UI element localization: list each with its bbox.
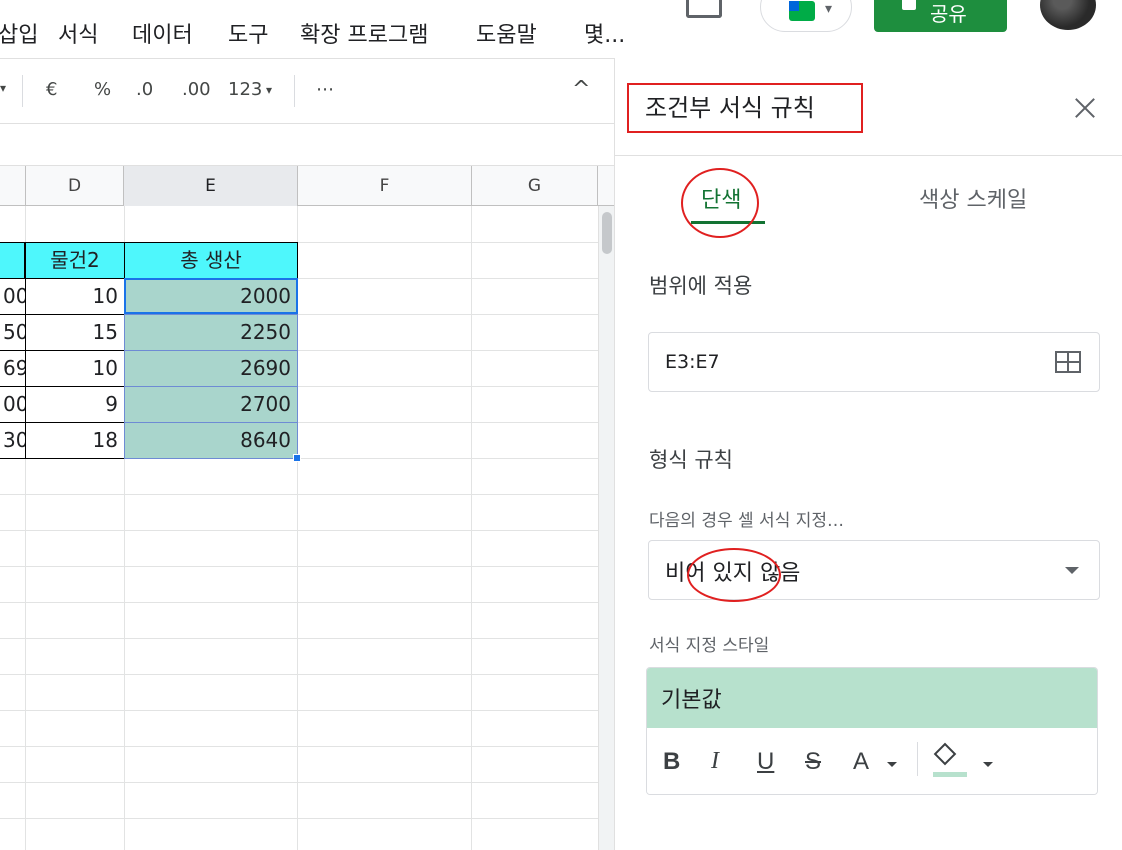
menu-insert[interactable]: 삽입 bbox=[0, 17, 38, 49]
menu-more[interactable]: 몇... bbox=[584, 17, 625, 49]
comment-history-icon[interactable] bbox=[686, 0, 722, 18]
format-style-box: 기본값 B I U S A bbox=[646, 667, 1098, 795]
toolbar: ▾ € % .0 .00 123 ▾ ⋯ ^ bbox=[0, 58, 614, 124]
style-label: 서식 지정 스타일 bbox=[649, 636, 770, 656]
table-cell-e[interactable]: 2690 bbox=[124, 350, 298, 387]
cell-grid[interactable]: 물건2 총 생산 00 10 2000 50 15 2250 69 10 269… bbox=[0, 206, 600, 850]
chevron-down-icon bbox=[1065, 567, 1079, 574]
table-cell-c[interactable]: 30 bbox=[0, 422, 28, 459]
menu-bar: 삽입 서식 데이터 도구 확장 프로그램 도움말 몇... ▾ 공유 bbox=[0, 0, 1122, 58]
table-cell-d[interactable]: 15 bbox=[25, 314, 125, 351]
chevron-down-icon[interactable]: ▾ bbox=[0, 81, 6, 95]
currency-button[interactable]: € bbox=[46, 79, 57, 100]
share-label: 공유 bbox=[930, 2, 967, 26]
toolbar-divider bbox=[294, 75, 295, 107]
range-input[interactable]: E3:E7 bbox=[648, 332, 1100, 392]
fill-handle[interactable] bbox=[293, 454, 301, 462]
collapse-toolbar-button[interactable]: ^ bbox=[572, 77, 590, 102]
text-color-button[interactable]: A bbox=[853, 748, 869, 776]
active-cell-outline bbox=[124, 278, 298, 314]
more-options-button[interactable]: ⋯ bbox=[316, 79, 334, 100]
italic-button[interactable]: I bbox=[711, 748, 719, 775]
paint-bucket-icon bbox=[933, 742, 957, 766]
avatar[interactable] bbox=[1040, 0, 1096, 30]
fill-color-icon[interactable] bbox=[933, 742, 969, 782]
table-cell-c[interactable]: 00 bbox=[0, 386, 28, 423]
underline-button[interactable]: U bbox=[757, 748, 774, 776]
percent-button[interactable]: % bbox=[94, 79, 111, 100]
table-cell-d[interactable]: 9 bbox=[25, 386, 125, 423]
table-cell-d[interactable]: 10 bbox=[25, 278, 125, 315]
strikethrough-button[interactable]: S bbox=[805, 748, 821, 776]
format-rules-label: 형식 규칙 bbox=[649, 448, 733, 472]
bold-button[interactable]: B bbox=[663, 748, 680, 776]
style-preview[interactable]: 기본값 bbox=[647, 668, 1097, 728]
range-value: E3:E7 bbox=[665, 351, 720, 373]
increase-decimal-button[interactable]: .00 bbox=[182, 79, 211, 100]
range-label: 범위에 적용 bbox=[649, 274, 753, 298]
tab-color-scale[interactable]: 색상 스케일 bbox=[919, 182, 1027, 214]
column-header-c[interactable] bbox=[0, 166, 26, 206]
column-header-e[interactable]: E bbox=[124, 166, 298, 206]
share-button[interactable]: 공유 bbox=[874, 0, 1007, 32]
table-cell-d[interactable]: 18 bbox=[25, 422, 125, 459]
meet-button[interactable]: ▾ bbox=[760, 0, 852, 32]
menu-tools[interactable]: 도구 bbox=[228, 17, 268, 49]
column-header-d[interactable]: D bbox=[26, 166, 124, 206]
table-cell-c[interactable]: 50 bbox=[0, 314, 28, 351]
menu-data[interactable]: 데이터 bbox=[132, 17, 193, 49]
spreadsheet-grid: D E F G 물건2 총 생산 00 10 2000 50 15 2250 6… bbox=[0, 124, 614, 850]
table-header-cell[interactable]: 물건2 bbox=[25, 242, 125, 279]
panel-divider bbox=[615, 155, 1122, 156]
annotation-circle bbox=[681, 168, 759, 238]
condition-label: 다음의 경우 셀 서식 지정… bbox=[649, 511, 845, 531]
chevron-down-icon bbox=[887, 762, 897, 767]
formula-bar-area bbox=[0, 124, 614, 166]
table-cell-e[interactable]: 2250 bbox=[124, 314, 298, 351]
decrease-decimal-button[interactable]: .0 bbox=[136, 79, 153, 100]
table-header-cell[interactable]: 총 생산 bbox=[124, 242, 298, 279]
format-buttons-bar: B I U S A bbox=[647, 728, 1097, 794]
annotation-circle bbox=[687, 548, 781, 602]
conditional-format-panel: 조건부 서식 규칙 단색 색상 스케일 범위에 적용 E3:E7 형식 규칙 다… bbox=[614, 58, 1122, 850]
fill-color-swatch bbox=[933, 772, 967, 777]
format-divider bbox=[917, 742, 918, 776]
chevron-down-icon: ▾ bbox=[825, 1, 833, 17]
table-cell-c[interactable]: 00 bbox=[0, 278, 28, 315]
table-cell-e[interactable]: 8640 bbox=[124, 422, 298, 459]
style-preview-text: 기본값 bbox=[661, 688, 722, 713]
table-header-cell-c[interactable] bbox=[0, 242, 25, 279]
toolbar-divider bbox=[22, 75, 23, 107]
lock-icon bbox=[902, 0, 916, 10]
number-format-button[interactable]: 123 bbox=[228, 79, 262, 100]
table-cell-e[interactable]: 2700 bbox=[124, 386, 298, 423]
column-headers: D E F G bbox=[0, 166, 614, 206]
column-header-f[interactable]: F bbox=[298, 166, 472, 206]
table-cell-c[interactable]: 69 bbox=[0, 350, 28, 387]
panel-title: 조건부 서식 규칙 bbox=[627, 83, 863, 133]
chevron-down-icon: ▾ bbox=[266, 83, 273, 97]
menu-help[interactable]: 도움말 bbox=[476, 17, 537, 49]
meet-camera-icon bbox=[789, 1, 815, 21]
column-header-g[interactable]: G bbox=[472, 166, 598, 206]
menu-extensions[interactable]: 확장 프로그램 bbox=[300, 17, 428, 49]
scrollbar-thumb[interactable] bbox=[602, 212, 612, 254]
menu-format[interactable]: 서식 bbox=[58, 17, 98, 49]
vertical-scrollbar[interactable] bbox=[598, 206, 614, 850]
select-range-icon[interactable] bbox=[1055, 351, 1081, 373]
chevron-down-icon bbox=[983, 762, 993, 767]
close-icon[interactable] bbox=[1073, 96, 1097, 120]
table-cell-d[interactable]: 10 bbox=[25, 350, 125, 387]
